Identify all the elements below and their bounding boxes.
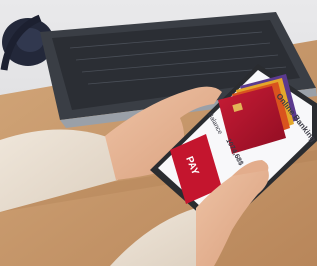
- photo-scene: Online Banking Balance 1074,68$ PAY: [0, 0, 317, 266]
- photo-illustration: Online Banking Balance 1074,68$ PAY: [0, 0, 317, 266]
